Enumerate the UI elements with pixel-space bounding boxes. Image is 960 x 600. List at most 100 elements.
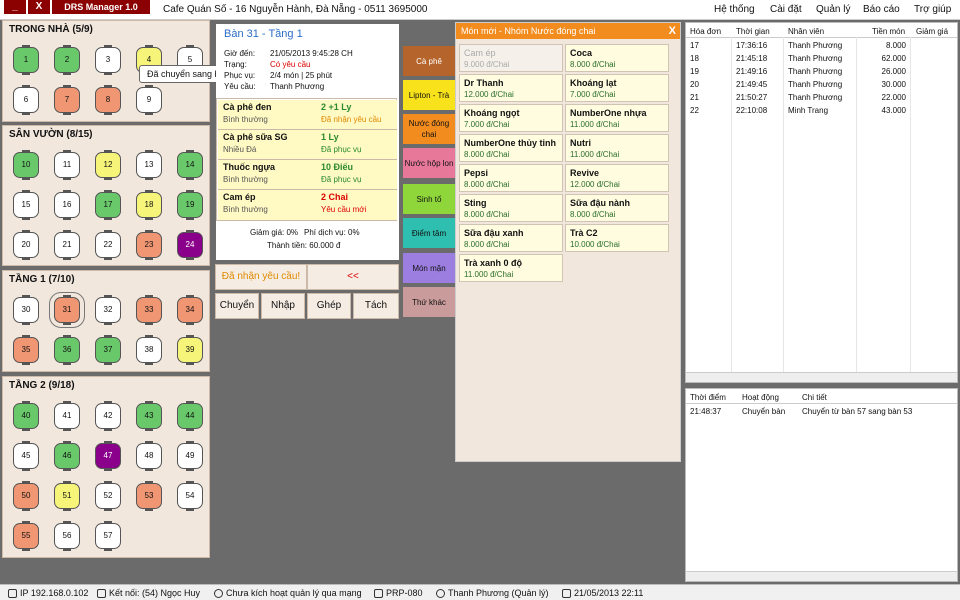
menu-system[interactable]: Hệ thống xyxy=(714,4,755,15)
table-52[interactable]: 52 xyxy=(95,481,121,511)
table-7[interactable]: 7 xyxy=(54,85,80,115)
category-breakfast[interactable]: Điểm tâm xyxy=(403,218,455,248)
table-8[interactable]: 8 xyxy=(95,85,121,115)
table-47[interactable]: 47 xyxy=(95,441,121,471)
column-header[interactable]: Nhân viên xyxy=(788,27,824,36)
table-23[interactable]: 23 xyxy=(136,230,162,260)
split-button[interactable]: Tách xyxy=(353,293,399,319)
horizontal-scrollbar[interactable] xyxy=(686,372,957,382)
product-item[interactable]: Cam ép 9.000 đ/Chai xyxy=(459,44,563,72)
table-38[interactable]: 38 xyxy=(136,335,162,365)
table-11[interactable]: 11 xyxy=(54,150,80,180)
column-header[interactable]: Hóa đơn xyxy=(690,27,721,36)
close-icon[interactable]: X xyxy=(669,23,676,39)
table-13[interactable]: 13 xyxy=(136,150,162,180)
table-18[interactable]: 18 xyxy=(136,190,162,220)
table-40[interactable]: 40 xyxy=(13,401,39,431)
column-header[interactable]: Chi tiết xyxy=(802,393,827,402)
table-36[interactable]: 36 xyxy=(54,335,80,365)
import-button[interactable]: Nhập xyxy=(261,293,305,319)
table-21[interactable]: 21 xyxy=(54,230,80,260)
table-3[interactable]: 3 xyxy=(95,45,121,75)
order-item[interactable]: Cam ép Bình thường 2 Chai Yêu cầu mới xyxy=(218,190,397,220)
table-2[interactable]: 2 xyxy=(54,45,80,75)
table-33[interactable]: 33 xyxy=(136,295,162,325)
table-22[interactable]: 22 xyxy=(95,230,121,260)
table-35[interactable]: 35 xyxy=(13,335,39,365)
table-50[interactable]: 50 xyxy=(13,481,39,511)
merge-button[interactable]: Ghép xyxy=(307,293,351,319)
horizontal-scrollbar[interactable] xyxy=(686,571,957,581)
category-canned[interactable]: Nước hộp lon xyxy=(403,148,455,178)
table-45[interactable]: 45 xyxy=(13,441,39,471)
table-row[interactable]: 18 21:45:18 Thanh Phương 62.000 xyxy=(686,54,957,65)
product-item[interactable]: Khoáng ngọt 7.000 đ/Chai xyxy=(459,104,563,132)
table-1[interactable]: 1 xyxy=(13,45,39,75)
column-header[interactable]: Thời điểm xyxy=(690,393,726,402)
table-37[interactable]: 37 xyxy=(95,335,121,365)
column-header[interactable]: Thời gian xyxy=(736,27,770,36)
category-other[interactable]: Thứ khác xyxy=(403,287,455,317)
table-44[interactable]: 44 xyxy=(177,401,203,431)
table-14[interactable]: 14 xyxy=(177,150,203,180)
category-salty[interactable]: Món mặn xyxy=(403,253,455,283)
product-item[interactable]: NumberOne thủy tinh 8.000 đ/Chai xyxy=(459,134,563,162)
table-6[interactable]: 6 xyxy=(13,85,39,115)
product-item[interactable]: Dr Thanh 12.000 đ/Chai xyxy=(459,74,563,102)
table-16[interactable]: 16 xyxy=(54,190,80,220)
table-42[interactable]: 42 xyxy=(95,401,121,431)
table-row[interactable]: 21:48:37 Chuyển bàn Chuyển từ bàn 57 san… xyxy=(686,407,957,418)
minimize-button[interactable]: _ xyxy=(4,0,26,14)
table-17[interactable]: 17 xyxy=(95,190,121,220)
table-34[interactable]: 34 xyxy=(177,295,203,325)
order-item[interactable]: Cà phê đen Bình thường 2 +1 Ly Đã nhận y… xyxy=(218,100,397,130)
table-49[interactable]: 49 xyxy=(177,441,203,471)
table-15[interactable]: 15 xyxy=(13,190,39,220)
table-row[interactable]: 20 21:49:45 Thanh Phương 30.000 xyxy=(686,80,957,91)
table-row[interactable]: 21 21:50:27 Thanh Phương 22.000 xyxy=(686,93,957,104)
table-10[interactable]: 10 xyxy=(13,150,39,180)
move-button[interactable]: Chuyển xyxy=(215,293,259,319)
menu-reports[interactable]: Báo cáo xyxy=(863,4,900,15)
order-item[interactable]: Cà phê sữa SG Nhiều Đá 1 Ly Đã phục vụ xyxy=(218,130,397,160)
category-smoothie[interactable]: Sinh tố xyxy=(403,184,455,214)
product-item[interactable]: Trà C2 10.000 đ/Chai xyxy=(565,224,669,252)
table-43[interactable]: 43 xyxy=(136,401,162,431)
category-lipton[interactable]: Lipton - Trà xyxy=(403,80,455,110)
category-coffee[interactable]: Cà phê xyxy=(403,46,455,76)
product-item[interactable]: Khoáng lạt 7.000 đ/Chai xyxy=(565,74,669,102)
column-header[interactable]: Tiền món xyxy=(872,27,905,36)
table-row[interactable]: 22 22:10:08 Minh Trang 43.000 xyxy=(686,106,957,117)
column-header[interactable]: Giảm giá xyxy=(916,27,948,36)
table-9[interactable]: 9 xyxy=(136,85,162,115)
table-57[interactable]: 57 xyxy=(95,521,121,551)
product-item[interactable]: Nutri 11.000 đ/Chai xyxy=(565,134,669,162)
table-30[interactable]: 30 xyxy=(13,295,39,325)
menu-settings[interactable]: Cài đặt xyxy=(770,4,802,15)
table-32[interactable]: 32 xyxy=(95,295,121,325)
menu-help[interactable]: Trợ giúp xyxy=(914,4,951,15)
table-41[interactable]: 41 xyxy=(54,401,80,431)
table-row[interactable]: 19 21:49:16 Thanh Phương 26.000 xyxy=(686,67,957,78)
product-item[interactable]: Pepsi 8.000 đ/Chai xyxy=(459,164,563,192)
table-46[interactable]: 46 xyxy=(54,441,80,471)
table-19[interactable]: 19 xyxy=(177,190,203,220)
product-item[interactable]: NumberOne nhựa 11.000 đ/Chai xyxy=(565,104,669,132)
back-button[interactable]: << xyxy=(307,264,399,290)
received-button[interactable]: Đã nhận yêu cầu! xyxy=(215,264,307,290)
close-button[interactable]: X xyxy=(28,0,50,14)
product-item[interactable]: Sting 8.000 đ/Chai xyxy=(459,194,563,222)
table-20[interactable]: 20 xyxy=(13,230,39,260)
product-item[interactable]: Revive 12.000 đ/Chai xyxy=(565,164,669,192)
table-55[interactable]: 55 xyxy=(13,521,39,551)
order-item[interactable]: Thuốc ngựa Bình thường 10 Điếu Đã phục v… xyxy=(218,160,397,190)
product-item[interactable]: Sữa đậu xanh 8.000 đ/Chai xyxy=(459,224,563,252)
table-31[interactable]: 31 xyxy=(49,292,85,328)
table-54[interactable]: 54 xyxy=(177,481,203,511)
menu-manage[interactable]: Quản lý xyxy=(816,4,850,15)
table-51[interactable]: 51 xyxy=(54,481,80,511)
category-bottled[interactable]: Nước đóng chai xyxy=(403,114,455,144)
table-48[interactable]: 48 xyxy=(136,441,162,471)
product-item[interactable]: Sữa đậu nành 8.000 đ/Chai xyxy=(565,194,669,222)
table-39[interactable]: 39 xyxy=(177,335,203,365)
